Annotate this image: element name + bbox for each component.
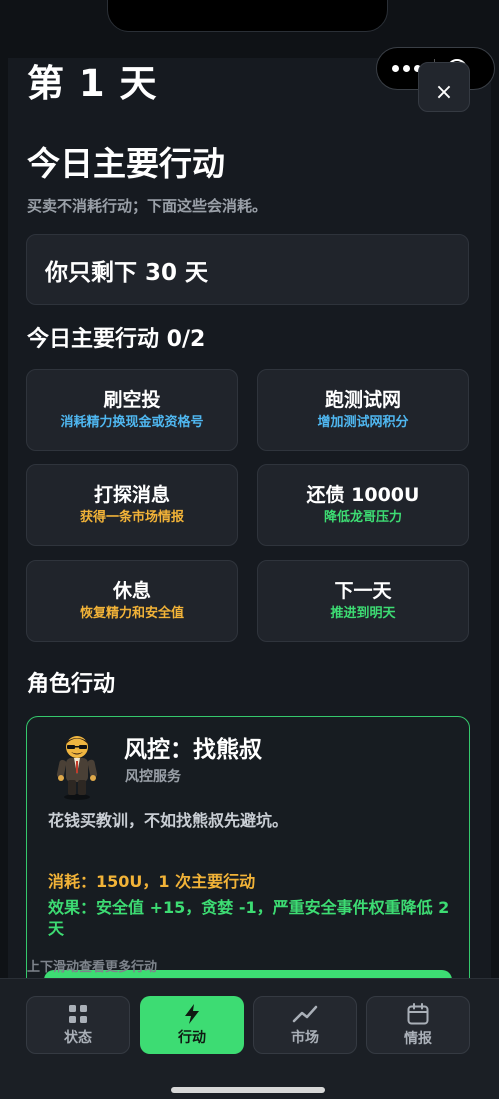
tab-status[interactable]: 状态 — [26, 996, 130, 1054]
card-subtitle: 风控服务 — [125, 769, 181, 785]
avatar — [56, 736, 98, 800]
tab-market[interactable]: 市场 — [253, 996, 357, 1054]
action-title: 休息 — [112, 580, 151, 602]
action-subtitle: 恢复精力和安全值 — [79, 606, 184, 621]
tab-label: 市场 — [291, 1030, 319, 1046]
action-title: 跑测试网 — [324, 389, 401, 411]
action-title: 下一天 — [334, 580, 392, 602]
device-notch — [107, 0, 388, 32]
action-testnet-button[interactable]: 跑测试网 增加测试网积分 — [257, 369, 469, 451]
action-subtitle: 降低龙哥压力 — [323, 510, 402, 525]
action-intel-button[interactable]: 打探消息 获得一条市场情报 — [26, 464, 238, 546]
action-subtitle: 推进到明天 — [330, 606, 396, 621]
days-remaining-box: 你只剩下 30 天 — [26, 234, 469, 305]
bolt-icon — [185, 1004, 199, 1024]
action-title: 刷空投 — [103, 389, 161, 411]
tab-label: 行动 — [178, 1030, 206, 1046]
close-icon: × — [434, 80, 454, 105]
card-description: 花钱买教训，不如找熊叔先避坑。 — [48, 811, 289, 830]
action-next-day-button[interactable]: 下一天 推进到明天 — [257, 560, 469, 642]
calendar-icon — [407, 1003, 429, 1025]
trend-icon — [292, 1005, 318, 1023]
action-rest-button[interactable]: 休息 恢复精力和安全值 — [26, 560, 238, 642]
close-button[interactable]: × — [418, 62, 470, 112]
home-indicator — [171, 1087, 325, 1093]
tab-action[interactable]: 行动 — [140, 996, 244, 1054]
action-title: 打探消息 — [93, 484, 170, 506]
days-remaining-text: 你只剩下 30 天 — [45, 259, 209, 286]
action-title: 还债 1000U — [306, 484, 420, 506]
card-title: 风控：找熊叔 — [124, 737, 262, 763]
action-counter: 今日主要行动 0/2 — [27, 327, 206, 352]
action-subtitle: 消耗精力换现金或资格号 — [60, 415, 204, 430]
tab-intel[interactable]: 情报 — [366, 996, 470, 1054]
action-subtitle: 增加测试网积分 — [317, 415, 409, 430]
section-subtitle: 买卖不消耗行动；下面这些会消耗。 — [27, 197, 268, 215]
section-title: 今日主要行动 — [27, 144, 225, 183]
action-subtitle: 获得一条市场情报 — [79, 510, 184, 525]
tab-label: 状态 — [64, 1030, 92, 1046]
card-cost: 消耗：150U，1 次主要行动 — [48, 872, 256, 891]
role-section-title: 角色行动 — [27, 672, 116, 697]
scroll-hint: 上下滑动查看更多行动 — [27, 960, 158, 975]
action-airdrop-button[interactable]: 刷空投 消耗精力换现金或资格号 — [26, 369, 238, 451]
tab-label: 情报 — [404, 1031, 432, 1047]
more-icon[interactable] — [392, 65, 421, 72]
grid-icon — [69, 1005, 87, 1023]
card-effect: 效果：安全值 +15，贪婪 -1，严重安全事件权重降低 2 天 — [48, 898, 450, 938]
action-repay-button[interactable]: 还债 1000U 降低龙哥压力 — [257, 464, 469, 546]
day-title: 第 1 天 — [27, 62, 158, 105]
